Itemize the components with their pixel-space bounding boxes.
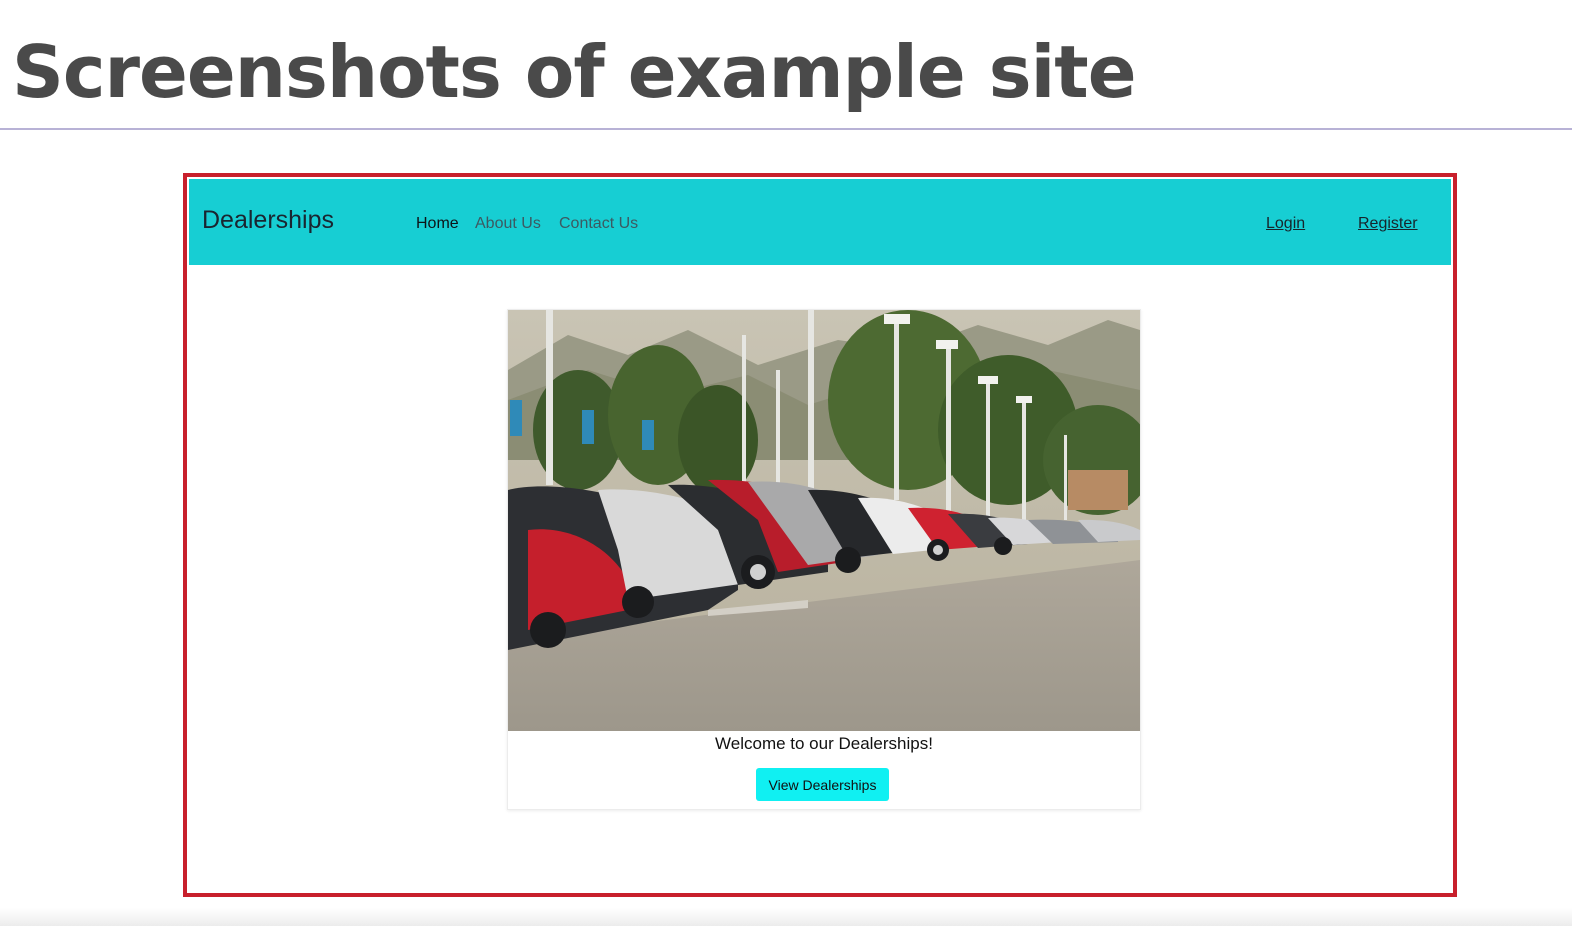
hero-image: [508, 310, 1140, 731]
view-dealerships-button[interactable]: View Dealerships: [756, 768, 889, 801]
slide-title: Screenshots of example site: [12, 30, 1137, 114]
site-navbar: Dealerships Home About Us Contact Us Log…: [189, 179, 1451, 265]
register-link[interactable]: Register: [1358, 215, 1418, 233]
title-divider: [0, 128, 1572, 130]
slide-bottom-edge: [0, 908, 1572, 926]
login-link[interactable]: Login: [1266, 215, 1305, 233]
site-brand[interactable]: Dealerships: [202, 206, 334, 235]
welcome-text: Welcome to our Dealerships!: [715, 734, 933, 753]
nav-home-link[interactable]: Home: [416, 215, 459, 233]
nav-contact-link[interactable]: Contact Us: [559, 215, 638, 233]
screenshot-frame: Dealerships Home About Us Contact Us Log…: [183, 173, 1457, 897]
welcome-card: Welcome to our Dealerships! View Dealers…: [507, 309, 1141, 810]
nav-about-link[interactable]: About Us: [475, 215, 541, 233]
